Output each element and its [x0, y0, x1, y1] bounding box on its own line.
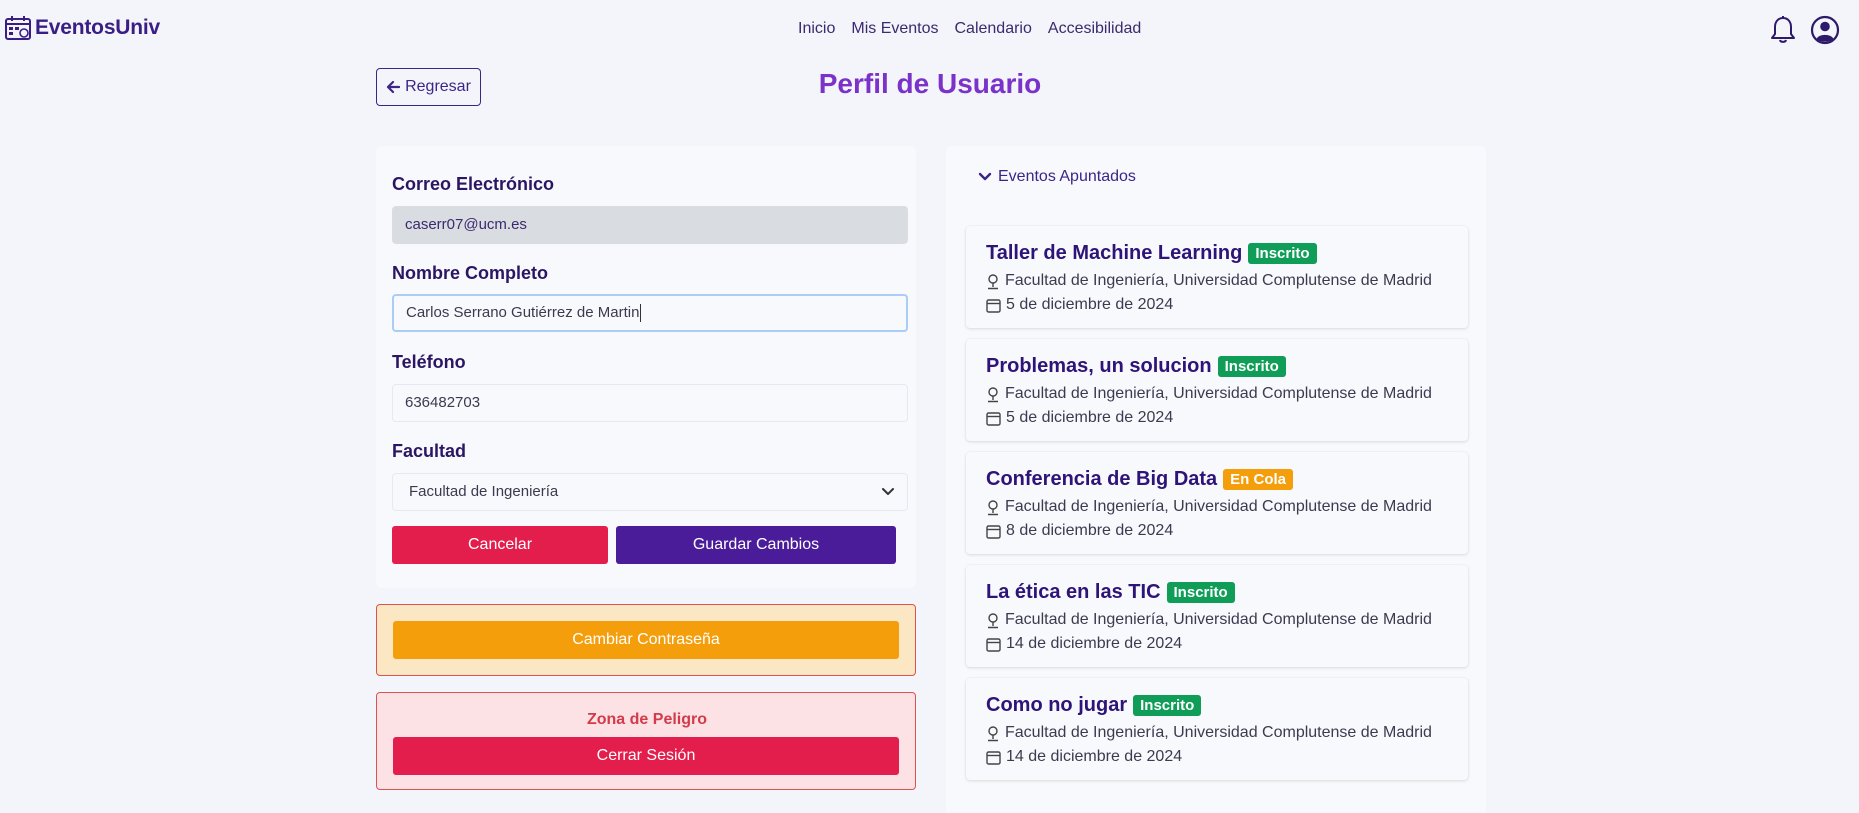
event-location: Facultad de Ingeniería, Universidad Comp…	[986, 272, 1432, 290]
nav-link-inicio[interactable]: Inicio	[798, 20, 835, 38]
event-title: Conferencia de Big Data	[986, 468, 1218, 490]
event-title-row: Problemas, un solucion Inscrito	[986, 355, 1286, 378]
brand-logo[interactable]: EventosUniv	[4, 14, 160, 42]
chevron-down-icon	[978, 172, 992, 181]
back-button[interactable]: Regresar	[376, 68, 481, 106]
faculty-label: Facultad	[392, 441, 467, 461]
event-date-text: 14 de diciembre de 2024	[1006, 748, 1183, 765]
event-title: La ética en las TIC	[986, 581, 1161, 603]
email-label: Correo Electrónico	[392, 174, 555, 194]
event-location-text: Facultad de Ingeniería, Universidad Comp…	[1005, 611, 1432, 628]
location-pin-icon	[988, 386, 998, 402]
notifications-button[interactable]	[1769, 15, 1797, 50]
status-badge: Inscrito	[1248, 243, 1317, 264]
calendar-icon	[986, 411, 1001, 426]
bell-icon	[1771, 16, 1795, 43]
calendar-logo-icon	[5, 16, 31, 40]
event-date: 14 de diciembre de 2024	[986, 748, 1182, 766]
calendar-icon	[986, 524, 1001, 539]
full-name-value: Carlos Serrano Gutiérrez de Martin	[406, 304, 640, 321]
event-location-text: Facultad de Ingeniería, Universidad Comp…	[1005, 724, 1432, 741]
event-card[interactable]: Problemas, un solucion Inscrito Facultad…	[966, 339, 1468, 441]
event-date: 5 de diciembre de 2024	[986, 409, 1173, 427]
event-location: Facultad de Ingeniería, Universidad Comp…	[986, 611, 1432, 629]
event-date-text: 8 de diciembre de 2024	[1006, 522, 1174, 539]
nav-link-calendario[interactable]: Calendario	[955, 20, 1032, 38]
event-location-text: Facultad de Ingeniería, Universidad Comp…	[1005, 272, 1432, 289]
save-changes-button[interactable]: Guardar Cambios	[616, 526, 896, 564]
back-button-label: Regresar	[405, 78, 471, 95]
profile-form: Correo Electrónico caserr07@ucm.es Nombr…	[376, 146, 916, 588]
page-title: Perfil de Usuario	[818, 68, 1042, 99]
change-password-button[interactable]: Cambiar Contraseña	[393, 621, 899, 659]
nav-link-accesibilidad[interactable]: Accesibilidad	[1048, 20, 1141, 38]
cancel-button[interactable]: Cancelar	[392, 526, 608, 564]
nav-link-mis-eventos[interactable]: Mis Eventos	[851, 20, 938, 38]
main-nav: Inicio Mis Eventos Calendario Accesibili…	[798, 20, 1141, 38]
event-card[interactable]: Taller de Machine Learning Inscrito Facu…	[966, 226, 1468, 328]
events-toggle-label: Eventos Apuntados	[998, 168, 1136, 185]
danger-zone-title: Zona de Peligro	[586, 711, 707, 728]
calendar-icon	[986, 750, 1001, 765]
event-title: Problemas, un solucion	[986, 355, 1212, 377]
event-card[interactable]: Conferencia de Big Data En Cola Facultad…	[966, 452, 1468, 554]
location-pin-icon	[988, 725, 998, 741]
account-button[interactable]	[1810, 15, 1840, 50]
phone-label: Teléfono	[392, 352, 466, 372]
event-location: Facultad de Ingeniería, Universidad Comp…	[986, 498, 1432, 516]
event-card[interactable]: Como no jugar Inscrito Facultad de Ingen…	[966, 678, 1468, 780]
event-title-row: La ética en las TIC Inscrito	[986, 581, 1235, 604]
status-badge: Inscrito	[1166, 582, 1235, 603]
danger-zone: Zona de Peligro Cerrar Sesión	[376, 692, 916, 790]
location-pin-icon	[988, 612, 998, 628]
event-location: Facultad de Ingeniería, Universidad Comp…	[986, 724, 1432, 742]
event-date: 8 de diciembre de 2024	[986, 522, 1173, 540]
location-pin-icon	[988, 499, 998, 515]
password-section: Cambiar Contraseña	[376, 604, 916, 676]
event-title-row: Conferencia de Big Data En Cola	[986, 468, 1294, 491]
status-badge: Inscrito	[1217, 356, 1286, 377]
text-cursor	[640, 304, 642, 323]
event-card[interactable]: La ética en las TIC Inscrito Facultad de…	[966, 565, 1468, 667]
name-label: Nombre Completo	[392, 263, 549, 283]
phone-input[interactable]: 636482703	[392, 384, 908, 422]
event-location: Facultad de Ingeniería, Universidad Comp…	[986, 385, 1432, 403]
event-location-text: Facultad de Ingeniería, Universidad Comp…	[1005, 498, 1432, 515]
top-navbar: EventosUniv Inicio Mis Eventos Calendari…	[0, 0, 1859, 60]
event-title-row: Taller de Machine Learning Inscrito	[986, 242, 1317, 265]
status-badge: Inscrito	[1133, 695, 1202, 716]
events-toggle[interactable]: Eventos Apuntados	[978, 168, 1136, 186]
event-date: 5 de diciembre de 2024	[986, 296, 1173, 314]
email-field[interactable]: caserr07@ucm.es	[392, 206, 908, 244]
calendar-icon	[986, 637, 1001, 652]
event-date-text: 5 de diciembre de 2024	[1006, 409, 1174, 426]
user-circle-icon	[1810, 15, 1840, 45]
status-badge: En Cola	[1223, 469, 1294, 490]
faculty-selected-value: Facultad de Ingeniería	[409, 483, 559, 500]
event-title-row: Como no jugar Inscrito	[986, 694, 1202, 717]
event-date-text: 14 de diciembre de 2024	[1006, 635, 1183, 652]
event-date-text: 5 de diciembre de 2024	[1006, 296, 1174, 313]
full-name-input[interactable]: Carlos Serrano Gutiérrez de Martin	[392, 294, 908, 332]
event-title: Taller de Machine Learning	[986, 242, 1243, 264]
chevron-down-icon	[882, 488, 894, 495]
events-panel: Eventos Apuntados Taller de Machine Lear…	[946, 146, 1486, 813]
arrow-left-icon	[386, 80, 401, 94]
faculty-select[interactable]: Facultad de Ingeniería	[392, 473, 908, 511]
calendar-icon	[986, 298, 1001, 313]
event-date: 14 de diciembre de 2024	[986, 635, 1182, 653]
event-title: Como no jugar	[986, 694, 1128, 716]
brand-name: EventosUniv	[35, 16, 160, 39]
event-location-text: Facultad de Ingeniería, Universidad Comp…	[1005, 385, 1432, 402]
location-pin-icon	[988, 273, 998, 289]
logout-button[interactable]: Cerrar Sesión	[393, 737, 899, 775]
